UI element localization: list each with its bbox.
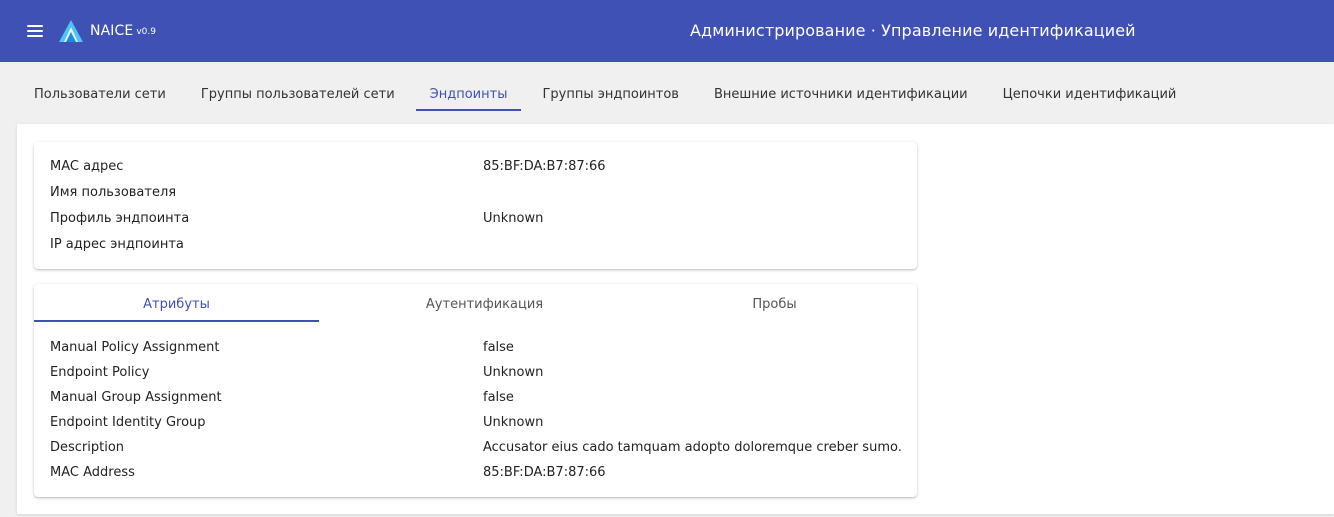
tab-authentication[interactable]: Аутентификация [342, 284, 627, 324]
endpoint-attributes-card: Атрибуты Аутентификация Пробы Manual Pol… [34, 284, 917, 497]
tab-network-users[interactable]: Пользователи сети [34, 62, 166, 114]
attr-name: MAC Address [50, 465, 135, 480]
attr-name: Endpoint Identity Group [50, 415, 206, 430]
tab-network-user-groups[interactable]: Группы пользователей сети [201, 62, 395, 114]
app-version: v0.9 [136, 27, 156, 37]
attr-name: Manual Policy Assignment [50, 340, 220, 355]
attr-value: Unknown [483, 365, 544, 380]
app-header: NAICE v0.9 Администрирование · Управлени… [0, 0, 1334, 62]
attr-name: Endpoint Policy [50, 365, 150, 380]
tab-external-identity-sources[interactable]: Внешние источники идентификации [714, 62, 968, 114]
detail-tabs: Атрибуты Аутентификация Пробы [34, 284, 917, 324]
profile-value: Unknown [483, 211, 544, 226]
endpoint-summary-card: MAC адрес 85:BF:DA:B7:87:66 Имя пользова… [34, 142, 917, 269]
tab-attributes[interactable]: Атрибуты [34, 284, 319, 324]
app-name: NAICE [90, 23, 134, 39]
mac-value: 85:BF:DA:B7:87:66 [483, 159, 606, 174]
profile-label: Профиль эндпоинта [50, 211, 190, 226]
tab-endpoints[interactable]: Эндпоинты [415, 62, 522, 114]
ip-label: IP адрес эндпоинта [50, 237, 184, 252]
page-title: Администрирование · Управление идентифик… [690, 21, 1136, 40]
attr-value: 85:BF:DA:B7:87:66 [483, 465, 606, 480]
tab-identity-chains[interactable]: Цепочки идентификаций [1003, 62, 1177, 114]
tab-endpoint-groups[interactable]: Группы эндпоинтов [542, 62, 678, 114]
mac-label: MAC адрес [50, 159, 124, 174]
naice-logo[interactable] [58, 19, 84, 43]
attr-value: Unknown [483, 415, 544, 430]
tab-probes[interactable]: Пробы [632, 284, 917, 324]
attr-value: false [483, 340, 514, 355]
username-label: Имя пользователя [50, 185, 177, 200]
attr-name: Manual Group Assignment [50, 390, 222, 405]
hamburger-menu-icon[interactable] [27, 25, 43, 37]
nav-tabs: Пользователи сети Группы пользователей с… [0, 62, 1334, 124]
attr-value: false [483, 390, 514, 405]
attr-value: Accusator eius cado tamquam adopto dolor… [483, 440, 902, 455]
endpoint-details-panel: MAC адрес 85:BF:DA:B7:87:66 Имя пользова… [17, 124, 1334, 514]
attr-name: Description [50, 440, 125, 455]
